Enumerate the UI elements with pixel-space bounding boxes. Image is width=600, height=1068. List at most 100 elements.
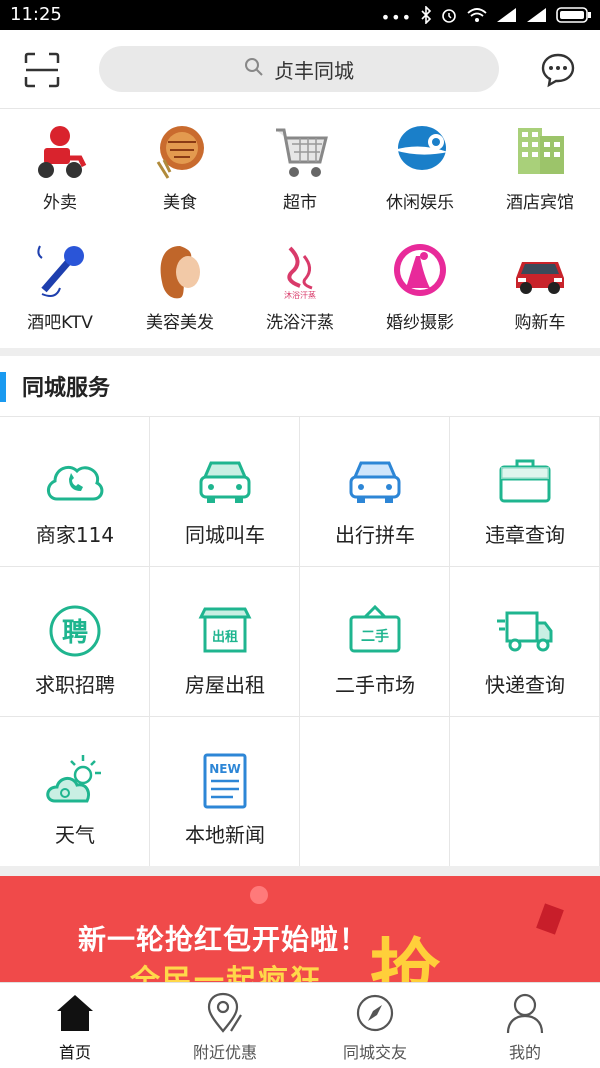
tab-label: 同城交友 (342, 1043, 407, 1062)
bottom-tab-bar: 首页 附近优惠 同城交友 我的 (0, 982, 600, 1068)
tab-label: 附近优惠 (192, 1043, 257, 1062)
service-label: 出行拼车 (335, 523, 415, 547)
bath-icon: 沐浴汗蒸 (270, 242, 330, 302)
svg-text:沐浴汗蒸: 沐浴汗蒸 (284, 290, 316, 300)
service-second-hand[interactable]: 二手 二手市场 (300, 567, 450, 717)
tab-label: 我的 (508, 1043, 541, 1062)
hotel-icon (510, 122, 570, 182)
category-label: 超市 (283, 193, 317, 213)
service-label: 本地新闻 (185, 823, 265, 847)
more-dots-icon: ••• (380, 7, 412, 27)
service-label: 二手市场 (335, 673, 415, 697)
tab-label: 首页 (58, 1043, 91, 1062)
category-label: 休闲娱乐 (386, 193, 454, 213)
service-local-news[interactable]: NEW 本地新闻 (150, 717, 300, 867)
service-express-query[interactable]: 快递查询 (450, 567, 600, 717)
tab-local-friends[interactable]: 同城交友 (300, 983, 450, 1068)
user-icon (505, 991, 545, 1035)
service-label: 同城叫车 (185, 523, 265, 547)
delivery-truck-icon (493, 599, 557, 663)
category-label: 酒吧KTV (27, 313, 93, 333)
category-label: 美容美发 (146, 313, 214, 333)
home-icon (55, 991, 95, 1035)
taxi-icon (193, 449, 257, 513)
tab-mine[interactable]: 我的 (450, 983, 600, 1068)
category-wedding[interactable]: 婚纱摄影 (360, 228, 480, 348)
category-supermarket[interactable]: 超市 (240, 108, 360, 228)
banner-big-character: 抢 (370, 931, 440, 982)
signal-icon-2 (526, 7, 548, 27)
category-label: 购新车 (514, 313, 566, 333)
signal-icon (496, 7, 518, 27)
service-jobs[interactable]: 聘 求职招聘 (0, 567, 150, 717)
second-hand-glyph: 二手 (361, 628, 389, 645)
service-weather[interactable]: 天气 (0, 717, 150, 867)
category-bath[interactable]: 沐浴汗蒸 洗浴汗蒸 (240, 228, 360, 348)
banner-headline: 新一轮抢红包开始啦！ (78, 923, 369, 956)
search-bar[interactable]: 贞丰同城 (99, 46, 499, 92)
message-icon[interactable] (540, 52, 576, 88)
service-label: 快递查询 (485, 673, 565, 697)
service-merchant-114[interactable]: 商家114 (0, 417, 150, 567)
category-label: 外卖 (43, 193, 77, 213)
beauty-icon (150, 242, 210, 302)
service-label: 违章查询 (485, 523, 565, 547)
category-delivery[interactable]: 外卖 (0, 108, 120, 228)
section-accent-bar (0, 372, 6, 402)
category-label: 酒店宾馆 (506, 193, 574, 213)
service-violation-query[interactable]: 违章查询 (450, 417, 600, 567)
section-title: 同城服务 (22, 376, 111, 401)
status-bar: 11:25 ••• (0, 0, 600, 30)
divider (0, 348, 600, 356)
compass-icon (355, 991, 395, 1035)
hire-glyph: 聘 (62, 618, 88, 648)
briefcase-icon (493, 449, 557, 513)
category-beauty[interactable]: 美容美发 (120, 228, 240, 348)
section-header: 同城服务 (0, 356, 600, 416)
category-food[interactable]: 美食 (120, 108, 240, 228)
service-label: 求职招聘 (35, 673, 115, 697)
search-icon (244, 57, 264, 81)
service-empty (450, 717, 600, 867)
top-bar: 贞丰同城 (0, 30, 600, 109)
category-bar-ktv[interactable]: 酒吧KTV (0, 228, 120, 348)
shopping-cart-icon (270, 122, 330, 182)
divider (0, 866, 600, 876)
service-house-rent[interactable]: 出租 房屋出租 (150, 567, 300, 717)
location-icon (205, 991, 245, 1035)
tab-nearby-deals[interactable]: 附近优惠 (150, 983, 300, 1068)
service-taxi[interactable]: 同城叫车 (150, 417, 300, 567)
service-grid: 商家114 同城叫车 出行拼车 违章查询 聘 求职招聘 出租 房屋出租 二手 二 (0, 416, 600, 867)
category-label: 洗浴汗蒸 (266, 313, 334, 333)
service-empty (300, 717, 450, 867)
category-label: 美食 (163, 193, 197, 213)
service-carpool[interactable]: 出行拼车 (300, 417, 450, 567)
status-icons: ••• (380, 5, 592, 28)
hire-icon: 聘 (43, 599, 107, 663)
category-leisure[interactable]: 休闲娱乐 (360, 108, 480, 228)
banner-subline: 全民一起疯狂 (130, 964, 322, 982)
car-icon (510, 242, 570, 302)
delivery-icon (30, 122, 90, 182)
rent-glyph: 出租 (212, 629, 238, 645)
tab-home[interactable]: 首页 (0, 983, 150, 1068)
bluetooth-icon (420, 5, 432, 28)
microphone-icon (30, 242, 90, 302)
alarm-icon (440, 6, 458, 28)
phone-cloud-icon (43, 449, 107, 513)
category-hotel[interactable]: 酒店宾馆 (480, 108, 600, 228)
category-grid: 外卖 美食 超市 休闲娱乐 酒店宾馆 酒吧KTV 美容美发 沐浴汗蒸 洗浴汗蒸 … (0, 108, 600, 348)
service-label: 天气 (55, 823, 95, 847)
category-new-car[interactable]: 购新车 (480, 228, 600, 348)
battery-icon (556, 6, 592, 28)
scan-icon[interactable] (24, 52, 60, 88)
news-glyph: NEW (209, 762, 240, 776)
wifi-icon (466, 6, 488, 28)
category-label: 婚纱摄影 (386, 313, 454, 333)
promo-banner[interactable]: 新一轮抢红包开始啦！ 全民一起疯狂 抢 (0, 876, 600, 982)
food-icon (150, 122, 210, 182)
house-rent-icon: 出租 (193, 599, 257, 663)
search-text: 贞丰同城 (274, 58, 354, 83)
status-time: 11:25 (10, 4, 62, 25)
weather-icon (43, 749, 107, 813)
